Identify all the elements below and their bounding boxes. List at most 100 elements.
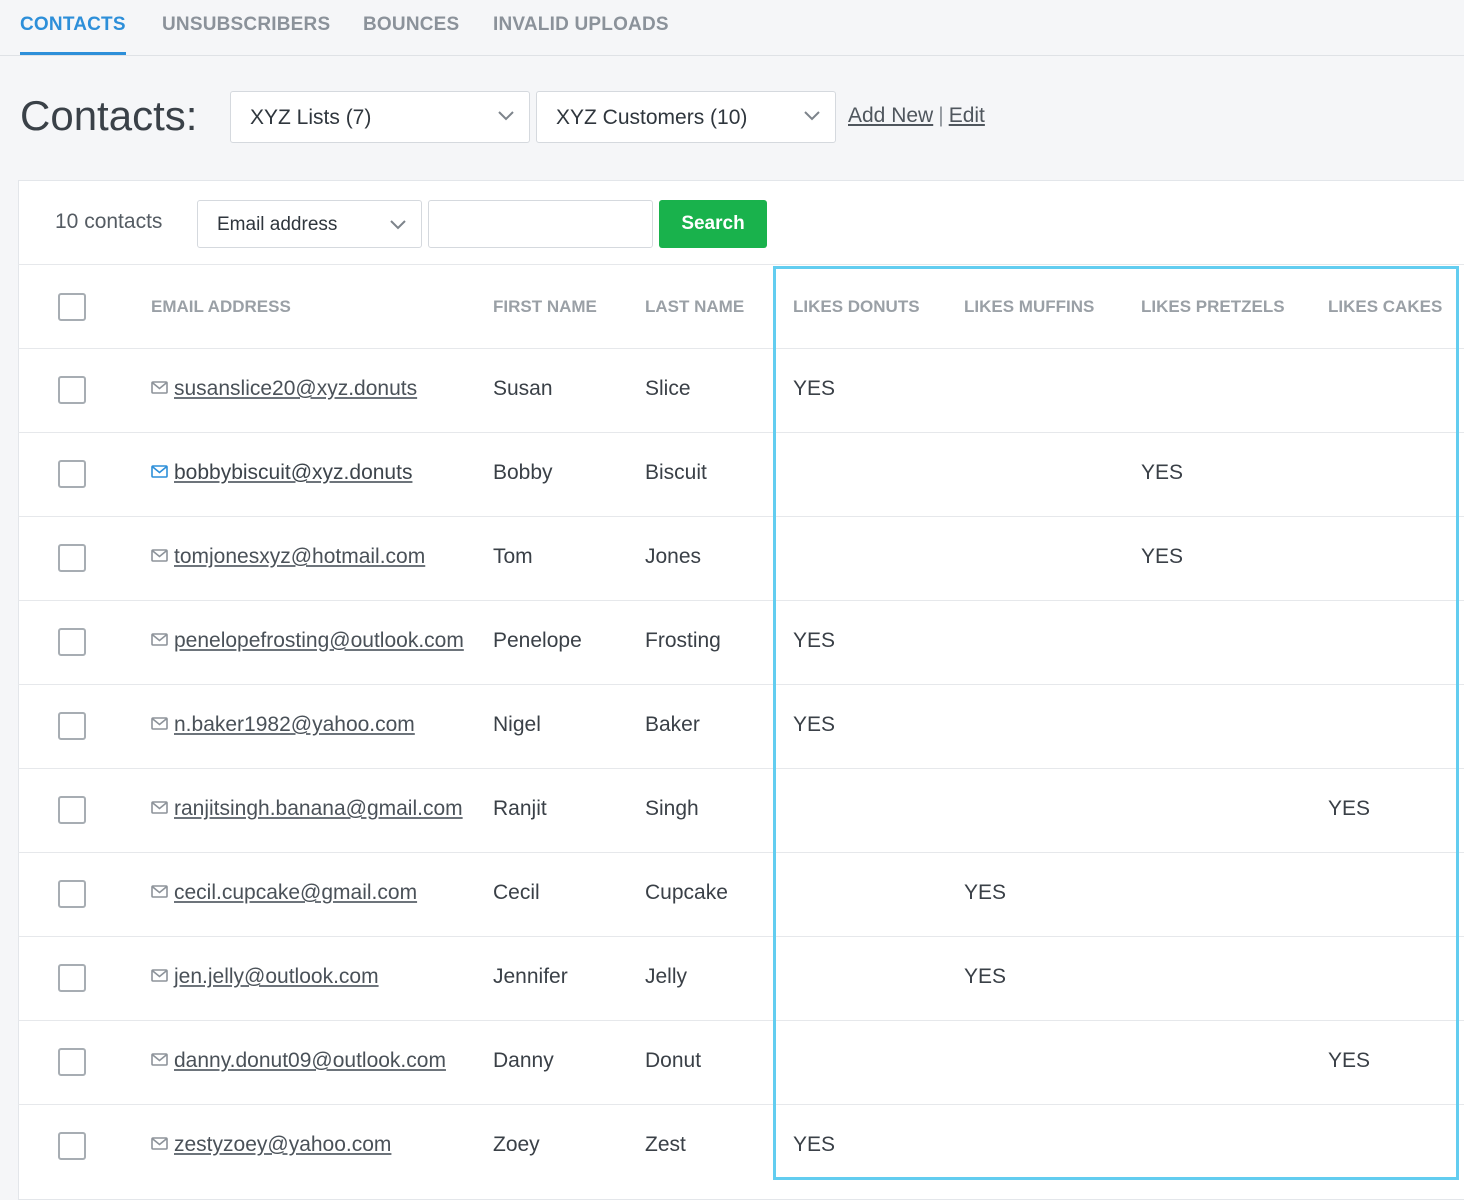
email-link[interactable]: zestyzoey@yahoo.com <box>151 1133 391 1157</box>
mail-icon <box>151 465 168 478</box>
chevron-down-icon <box>804 111 820 121</box>
row-divider <box>18 936 1464 937</box>
list-select-value: XYZ Lists (7) <box>250 106 372 129</box>
first-name-cell: Susan <box>493 377 553 400</box>
contact-count: 10 contacts <box>55 210 163 233</box>
chevron-down-icon <box>390 220 406 230</box>
tab-unsubscribers[interactable]: UNSUBSCRIBERS <box>162 14 330 36</box>
mail-icon <box>151 633 168 646</box>
likes-cakes-cell: YES <box>1328 797 1371 820</box>
column-header-likes-muffins[interactable]: LIKES MUFFINS <box>964 297 1094 317</box>
row-divider <box>18 684 1464 685</box>
row-checkbox[interactable] <box>58 880 86 908</box>
row-checkbox[interactable] <box>58 1132 86 1160</box>
column-header-email[interactable]: EMAIL ADDRESS <box>151 297 291 317</box>
edit-link[interactable]: Edit <box>949 104 985 127</box>
column-header-likes-pretzels[interactable]: LIKES PRETZELS <box>1141 297 1285 317</box>
add-new-link[interactable]: Add New <box>848 104 933 127</box>
row-divider <box>18 852 1464 853</box>
first-name-cell: Nigel <box>493 713 541 736</box>
last-name-cell: Jelly <box>645 965 688 988</box>
row-checkbox[interactable] <box>58 712 86 740</box>
likes-donuts-cell: YES <box>793 713 836 736</box>
mail-icon <box>151 717 168 730</box>
segment-select[interactable]: XYZ Customers (10) <box>536 91 836 143</box>
email-link[interactable]: danny.donut09@outlook.com <box>151 1049 446 1073</box>
email-link[interactable]: penelopefrosting@outlook.com <box>151 629 464 653</box>
row-checkbox[interactable] <box>58 964 86 992</box>
last-name-cell: Zest <box>645 1133 686 1156</box>
first-name-cell: Jennifer <box>493 965 568 988</box>
first-name-cell: Danny <box>493 1049 554 1072</box>
mail-icon <box>151 969 168 982</box>
email-address: zestyzoey@yahoo.com <box>174 1133 392 1156</box>
tab-bar: CONTACTS UNSUBSCRIBERS BOUNCES INVALID U… <box>0 0 1464 56</box>
row-checkbox[interactable] <box>58 460 86 488</box>
column-header-likes-donuts[interactable]: LIKES DONUTS <box>793 297 920 317</box>
row-checkbox[interactable] <box>58 628 86 656</box>
search-field-value: Email address <box>217 214 338 235</box>
segment-select-value: XYZ Customers (10) <box>556 106 748 129</box>
search-field-select[interactable]: Email address <box>197 200 422 248</box>
mail-icon <box>151 885 168 898</box>
email-link[interactable]: susanslice20@xyz.donuts <box>151 377 417 401</box>
likes-muffins-cell: YES <box>964 965 1007 988</box>
email-address: jen.jelly@outlook.com <box>174 965 379 988</box>
email-link[interactable]: tomjonesxyz@hotmail.com <box>151 545 425 569</box>
last-name-cell: Slice <box>645 377 691 400</box>
link-separator: | <box>938 104 944 127</box>
email-link[interactable]: bobbybiscuit@xyz.donuts <box>151 461 412 485</box>
row-divider <box>18 768 1464 769</box>
tab-contacts[interactable]: CONTACTS <box>20 14 126 55</box>
first-name-cell: Tom <box>493 545 533 568</box>
email-address: tomjonesxyz@hotmail.com <box>174 545 426 568</box>
select-all-checkbox[interactable] <box>58 293 86 321</box>
tab-bounces[interactable]: BOUNCES <box>363 14 459 36</box>
row-divider <box>18 432 1464 433</box>
row-checkbox[interactable] <box>58 1048 86 1076</box>
email-link[interactable]: n.baker1982@yahoo.com <box>151 713 415 737</box>
contacts-panel <box>18 180 1464 1200</box>
last-name-cell: Biscuit <box>645 461 707 484</box>
last-name-cell: Frosting <box>645 629 721 652</box>
email-link[interactable]: ranjitsingh.banana@gmail.com <box>151 797 463 821</box>
likes-donuts-cell: YES <box>793 629 836 652</box>
mail-icon <box>151 801 168 814</box>
first-name-cell: Penelope <box>493 629 582 652</box>
email-link[interactable]: jen.jelly@outlook.com <box>151 965 379 989</box>
last-name-cell: Donut <box>645 1049 702 1072</box>
column-header-last-name[interactable]: LAST NAME <box>645 297 744 317</box>
chevron-down-icon <box>498 111 514 121</box>
email-address: n.baker1982@yahoo.com <box>174 713 415 736</box>
column-header-first-name[interactable]: FIRST NAME <box>493 297 597 317</box>
last-name-cell: Baker <box>645 713 700 736</box>
row-checkbox[interactable] <box>58 796 86 824</box>
mail-icon <box>151 381 168 394</box>
page-title: Contacts: <box>20 92 198 139</box>
mail-icon <box>151 1053 168 1066</box>
list-select[interactable]: XYZ Lists (7) <box>230 91 530 143</box>
search-button[interactable]: Search <box>659 200 767 248</box>
first-name-cell: Bobby <box>493 461 553 484</box>
email-address: bobbybiscuit@xyz.donuts <box>174 461 413 484</box>
mail-icon <box>151 1137 168 1150</box>
column-header-likes-cakes[interactable]: LIKES CAKES <box>1328 297 1442 317</box>
segment-links: Add New | Edit <box>848 104 985 128</box>
first-name-cell: Ranjit <box>493 797 547 820</box>
email-address: ranjitsingh.banana@gmail.com <box>174 797 463 820</box>
likes-cakes-cell: YES <box>1328 1049 1371 1072</box>
first-name-cell: Zoey <box>493 1133 540 1156</box>
likes-donuts-cell: YES <box>793 377 836 400</box>
tab-invalid-uploads[interactable]: INVALID UPLOADS <box>493 14 669 36</box>
last-name-cell: Singh <box>645 797 699 820</box>
row-divider <box>18 348 1464 349</box>
email-address: cecil.cupcake@gmail.com <box>174 881 418 904</box>
row-checkbox[interactable] <box>58 544 86 572</box>
row-divider <box>18 600 1464 601</box>
row-checkbox[interactable] <box>58 376 86 404</box>
search-input[interactable] <box>428 200 653 248</box>
likes-pretzels-cell: YES <box>1141 545 1184 568</box>
email-address: penelopefrosting@outlook.com <box>174 629 464 652</box>
email-link[interactable]: cecil.cupcake@gmail.com <box>151 881 417 905</box>
mail-icon <box>151 549 168 562</box>
